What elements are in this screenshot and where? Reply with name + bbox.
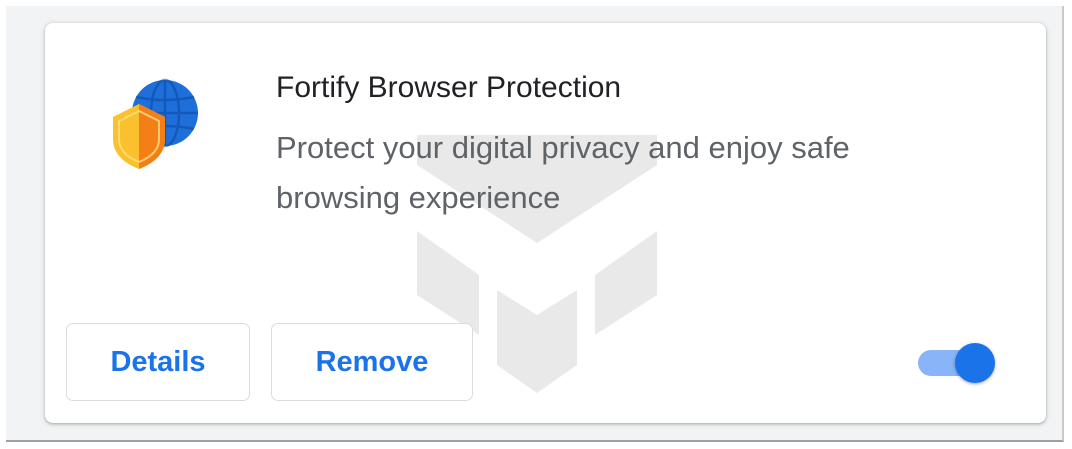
remove-button[interactable]: Remove [271,323,473,401]
extension-name: Fortify Browser Protection [276,71,622,104]
extension-card: Fortify Browser Protection Protect your … [45,23,1046,423]
extension-description: Protect your digital privacy and enjoy s… [276,130,850,215]
globe-shield-icon [113,78,198,169]
enable-toggle[interactable] [918,343,998,383]
details-button[interactable]: Details [66,323,250,401]
toggle-knob [955,343,995,383]
